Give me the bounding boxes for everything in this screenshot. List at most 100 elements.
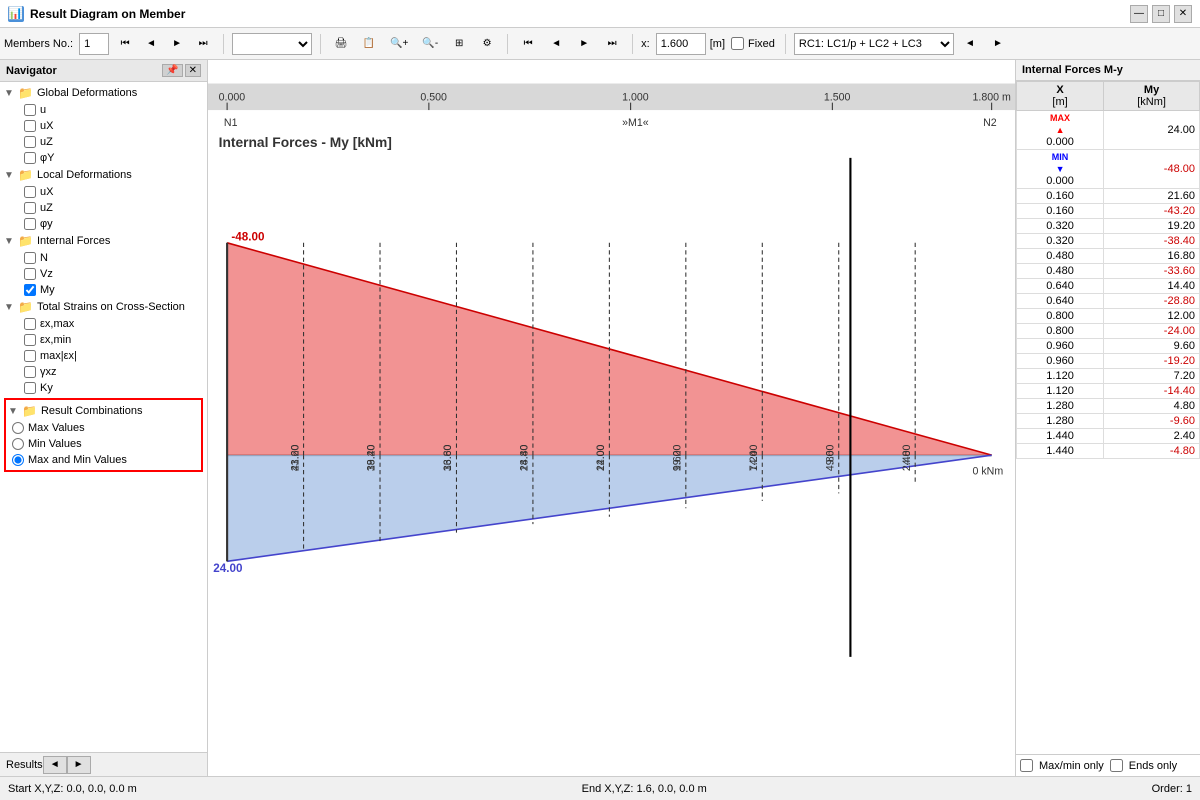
nav-prev[interactable]: ◄ — [139, 32, 163, 56]
navigator-pin-btn[interactable]: 📌 — [162, 64, 182, 77]
cell-my: -28.80 — [1104, 294, 1200, 309]
nav-prev-prev[interactable]: ⏮ — [113, 32, 137, 56]
result-combinations-header[interactable]: ▼ 📁 Result Combinations — [8, 402, 199, 420]
results-next-btn[interactable]: ► — [67, 756, 91, 774]
navigator-close-btn[interactable]: ✕ — [185, 64, 201, 77]
rc-maxmin-label: Max and Min Values — [28, 454, 127, 466]
table-row: MIN▼0.000-48.00 — [1017, 150, 1200, 189]
nav-group-internal-forces-header[interactable]: ▼ 📁 Internal Forces — [0, 232, 207, 250]
cell-my: 24.00 — [1104, 111, 1200, 150]
ruler-1: 1.000 — [622, 92, 649, 104]
ends-only-checkbox[interactable] — [1110, 759, 1123, 772]
members-input[interactable] — [79, 33, 109, 55]
nav-checkbox-n[interactable] — [24, 252, 36, 264]
nav2-next[interactable]: ► — [572, 32, 596, 56]
nav-next-next[interactable]: ⏭ — [191, 32, 215, 56]
zoom-fit-btn[interactable]: ⊞ — [447, 32, 471, 56]
nav2-prev[interactable]: ◄ — [544, 32, 568, 56]
cell-x: 0.160 — [1017, 189, 1104, 204]
settings-btn[interactable]: ⚙ — [475, 32, 499, 56]
ruler-15: 1.500 — [824, 92, 851, 104]
table-row: 0.9609.60 — [1017, 339, 1200, 354]
member-select[interactable] — [232, 33, 312, 55]
rc-select[interactable]: RC1: LC1/p + LC2 + LC3 — [794, 33, 954, 55]
navigator-panel: Navigator 📌 ✕ ▼ 📁 Global Deformations u — [0, 60, 208, 776]
nav-checkbox-exmax[interactable] — [24, 318, 36, 330]
table-row: 1.4402.40 — [1017, 429, 1200, 444]
cell-x: 1.280 — [1017, 399, 1104, 414]
table-row: 0.32019.20 — [1017, 219, 1200, 234]
nav-item-my-label: My — [40, 284, 55, 296]
nav-checkbox-maxex[interactable] — [24, 350, 36, 362]
nav-checkbox-gxz[interactable] — [24, 366, 36, 378]
nav-checkbox-exmin[interactable] — [24, 334, 36, 346]
nav-next[interactable]: ► — [165, 32, 189, 56]
zoom-out-btn[interactable]: 🔍- — [417, 32, 443, 56]
cell-my: 19.20 — [1104, 219, 1200, 234]
rc-radio-maxmin[interactable] — [12, 454, 24, 466]
node-n2: N2 — [983, 117, 997, 129]
cell-x: 0.320 — [1017, 234, 1104, 249]
window-title: Result Diagram on Member — [30, 7, 185, 21]
cell-x: 0.480 — [1017, 264, 1104, 279]
export-btn[interactable]: 📋 — [357, 32, 381, 56]
cell-x: 0.640 — [1017, 294, 1104, 309]
nav-checkbox-ux[interactable] — [24, 120, 36, 132]
print-btn[interactable]: 🖨 — [329, 32, 353, 56]
rc-prev[interactable]: ◄ — [958, 32, 982, 56]
results-prev-btn[interactable]: ◄ — [43, 756, 67, 774]
maximize-button[interactable]: □ — [1152, 5, 1170, 23]
nav-item-maxex: max|εx| — [0, 348, 207, 364]
val-low-480: 4.80 — [824, 450, 836, 471]
close-button[interactable]: ✕ — [1174, 5, 1192, 23]
cell-my: -9.60 — [1104, 414, 1200, 429]
status-end: End X,Y,Z: 1.6, 0.0, 0.0 m — [582, 783, 707, 795]
nav-checkbox-u[interactable] — [24, 104, 36, 116]
rc-next[interactable]: ► — [986, 32, 1010, 56]
diagram-title-text: Internal Forces - My [kNm] — [219, 135, 392, 150]
fixed-checkbox[interactable] — [731, 37, 744, 50]
nav-checkbox-ky[interactable] — [24, 382, 36, 394]
rp-data-table: X[m] My[kNm] MAX▲0.00024.00MIN▼0.000-48.… — [1016, 81, 1200, 459]
x-input[interactable] — [656, 33, 706, 55]
max-min-only-checkbox[interactable] — [1020, 759, 1033, 772]
rc-radio-min[interactable] — [12, 438, 24, 450]
main-layout: Navigator 📌 ✕ ▼ 📁 Global Deformations u — [0, 60, 1200, 776]
sep1 — [223, 34, 224, 54]
nav-item-u-label: u — [40, 104, 46, 116]
nav-checkbox-local-phiy[interactable] — [24, 218, 36, 230]
navigator-header-buttons[interactable]: 📌 ✕ — [162, 64, 201, 77]
nav-group-total-strains-header[interactable]: ▼ 📁 Total Strains on Cross-Section — [0, 298, 207, 316]
nav-checkbox-phiy[interactable] — [24, 152, 36, 164]
nav-group-internal-forces: ▼ 📁 Internal Forces N Vz My — [0, 232, 207, 298]
nav-checkbox-vz[interactable] — [24, 268, 36, 280]
nav-checkbox-local-ux[interactable] — [24, 186, 36, 198]
nav-checkbox-my[interactable] — [24, 284, 36, 296]
nav2-prev-prev[interactable]: ⏮ — [516, 32, 540, 56]
table-row: 1.2804.80 — [1017, 399, 1200, 414]
nav-group-local-deformations-header[interactable]: ▼ 📁 Local Deformations — [0, 166, 207, 184]
nav-checkbox-local-uz[interactable] — [24, 202, 36, 214]
rc-folder-icon: 📁 — [22, 404, 37, 418]
expand-icon-local: ▼ — [4, 170, 14, 181]
nav-item-n-label: N — [40, 252, 48, 264]
ruler-0: 0.000 — [219, 92, 246, 104]
minimize-button[interactable]: — — [1130, 5, 1148, 23]
cell-x: 1.440 — [1017, 444, 1104, 459]
rc-item-max: Max Values — [8, 420, 199, 436]
nav-checkbox-uz[interactable] — [24, 136, 36, 148]
table-row: 0.64014.40 — [1017, 279, 1200, 294]
result-combinations-box: ▼ 📁 Result Combinations Max Values Min V… — [4, 398, 203, 472]
result-combinations-label: Result Combinations — [41, 405, 143, 417]
table-row: 0.800-24.00 — [1017, 324, 1200, 339]
cell-my: -14.40 — [1104, 384, 1200, 399]
members-label: Members No.: — [4, 38, 73, 50]
max-min-only-label: Max/min only — [1039, 760, 1104, 772]
title-bar-controls[interactable]: — □ ✕ — [1130, 5, 1192, 23]
zoom-in-btn[interactable]: 🔍+ — [385, 32, 413, 56]
expand-icon: ▼ — [4, 88, 14, 99]
rc-radio-max[interactable] — [12, 422, 24, 434]
nav2-next-next[interactable]: ⏭ — [600, 32, 624, 56]
nav-group-global-deformations-header[interactable]: ▼ 📁 Global Deformations — [0, 84, 207, 102]
cell-my: 14.40 — [1104, 279, 1200, 294]
